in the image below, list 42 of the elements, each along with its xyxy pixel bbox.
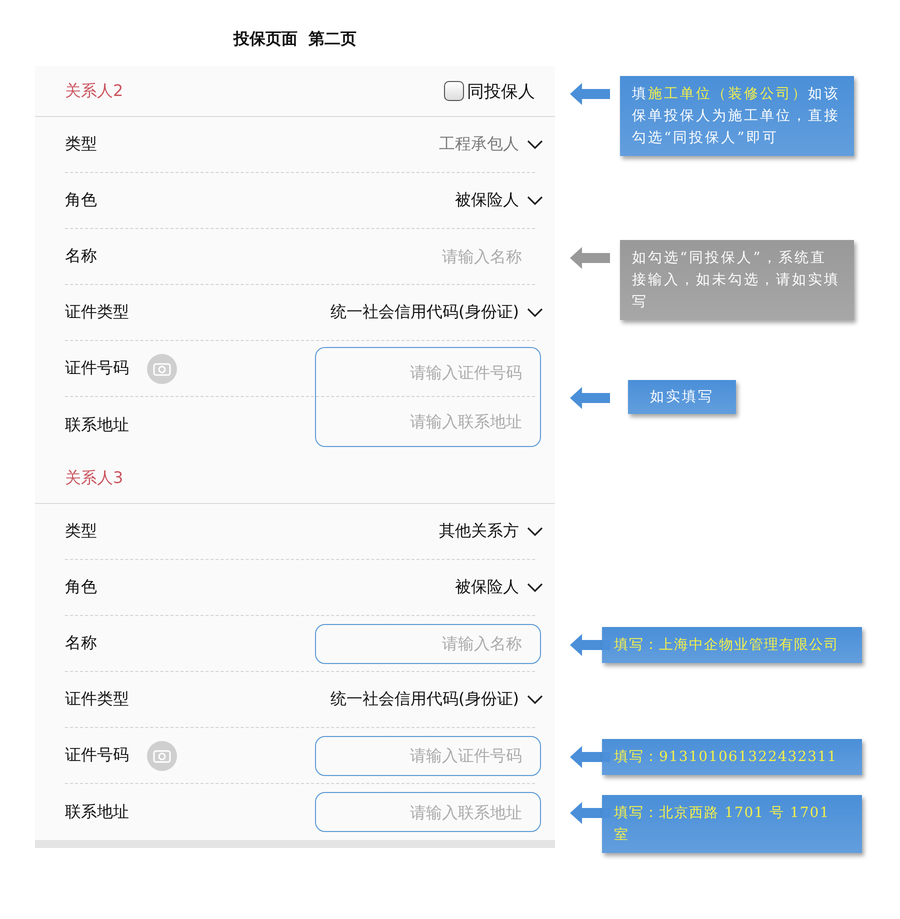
field-label: 证件号码 <box>65 745 129 766</box>
chevron-down-icon <box>527 196 543 206</box>
same-as-policyholder-checkbox[interactable]: 同投保人 <box>444 80 535 102</box>
field-label: 类型 <box>65 521 97 542</box>
dropdown-select[interactable]: 被保险人 <box>455 190 543 211</box>
callout-note: 填写：913101061322432311 <box>602 739 862 775</box>
dropdown-select[interactable]: 统一社会信用代码(身份证) <box>330 302 543 323</box>
dropdown-select[interactable]: 统一社会信用代码(身份证) <box>330 689 543 710</box>
field-label: 证件类型 <box>65 302 129 323</box>
field-label: 联系地址 <box>65 802 129 822</box>
input-field[interactable]: 请输入证件号码 <box>315 347 541 398</box>
input-field[interactable]: 请输入名称 <box>315 624 541 664</box>
input-field[interactable]: 请输入名称 <box>315 236 541 276</box>
field-label: 角色 <box>65 190 97 211</box>
section-title: 关系人3 <box>65 468 124 488</box>
input-field[interactable]: 请输入联系地址 <box>315 397 541 447</box>
field-label: 联系地址 <box>65 414 129 436</box>
dropdown-select[interactable]: 被保险人 <box>455 577 543 598</box>
section-title: 关系人2 <box>65 80 124 102</box>
input-field[interactable]: 请输入证件号码 <box>315 736 541 776</box>
dropdown-select[interactable]: 其他关系方 <box>439 521 543 542</box>
page-title: 投保页面 第二页 <box>232 28 358 50</box>
callout-note: 填写：上海中企物业管理有限公司 <box>602 627 862 663</box>
checkbox-icon[interactable] <box>444 81 464 101</box>
callout-note: 如勾选“同投保人”，系统直接输入，如未勾选，请如实填写 <box>620 240 854 320</box>
chevron-down-icon <box>527 582 543 592</box>
field-label: 证件号码 <box>65 358 129 379</box>
chevron-down-icon <box>527 140 543 150</box>
callout-note: 填施工单位（装修公司）如该保单投保人为施工单位，直接勾选“同投保人”即可 <box>620 76 854 156</box>
field-label: 证件类型 <box>65 689 129 710</box>
chevron-down-icon <box>527 526 543 536</box>
camera-icon[interactable] <box>147 354 177 384</box>
field-label: 名称 <box>65 246 97 267</box>
input-field[interactable]: 请输入联系地址 <box>315 792 541 832</box>
camera-icon[interactable] <box>147 740 177 770</box>
chevron-down-icon <box>527 694 543 704</box>
field-label: 名称 <box>65 633 97 654</box>
chevron-down-icon <box>527 308 543 318</box>
field-label: 类型 <box>65 134 97 155</box>
callout-note: 如实填写 <box>628 380 736 414</box>
field-label: 角色 <box>65 577 97 598</box>
callout-note: 填写：北京西路 1701 号 1701 室 <box>602 795 862 853</box>
